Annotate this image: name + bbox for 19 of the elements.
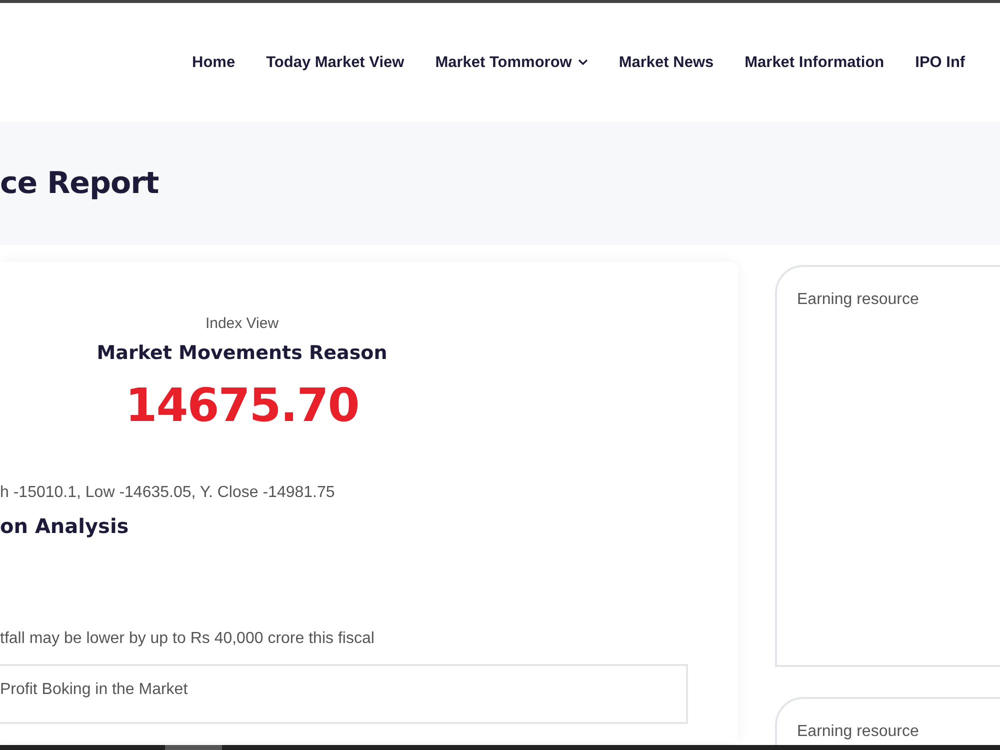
news-text: tfall may be lower by up to Rs 40,000 crore this fiscal bbox=[0, 630, 376, 648]
scrollbar[interactable] bbox=[0, 745, 1000, 750]
sidebar-card-title: Earning resource bbox=[797, 723, 919, 740]
nav-link[interactable]: Market Information bbox=[744, 54, 884, 72]
index-value: 14675.70 bbox=[125, 378, 359, 432]
nav-link[interactable]: IPO Inf bbox=[915, 54, 966, 72]
nav-link[interactable]: Today Market View bbox=[266, 54, 404, 72]
section-title: on Analysis bbox=[0, 514, 130, 538]
index-stats: h -15010.1, Low -14635.05, Y. Close -14981.75 bbox=[0, 484, 336, 502]
nav-link[interactable]: Market Tommorow bbox=[435, 54, 588, 72]
sidebar-card-title: Earning resource bbox=[797, 291, 919, 308]
card-heading: Market Movements Reason bbox=[96, 342, 388, 364]
nav-link[interactable]: Home bbox=[192, 54, 236, 72]
page-title: ce Report bbox=[0, 166, 159, 201]
scrollbar-thumb[interactable] bbox=[165, 745, 222, 750]
eyebrow-text: Index View bbox=[205, 315, 279, 332]
reason-text: Profit Boking in the Market bbox=[0, 681, 188, 698]
nav-link[interactable]: Market News bbox=[618, 54, 714, 72]
chevron-down-icon bbox=[578, 59, 588, 66]
